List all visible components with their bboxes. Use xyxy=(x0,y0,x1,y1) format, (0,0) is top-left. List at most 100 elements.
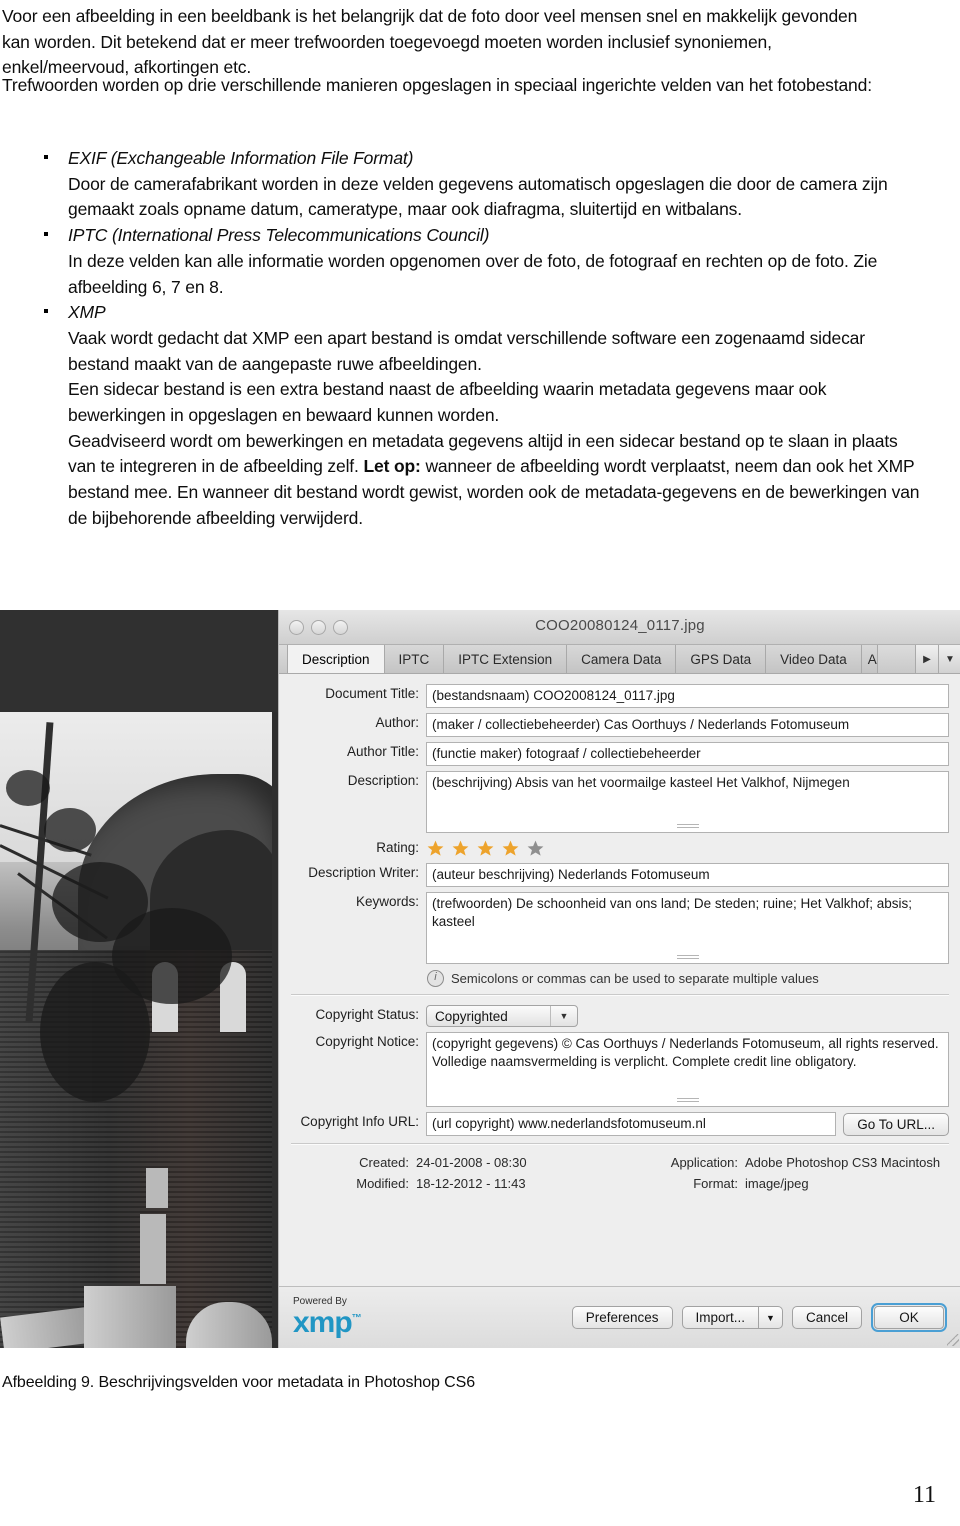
author-input[interactable]: (maker / collectiebeheerder) Cas Oorthuy… xyxy=(426,713,949,737)
import-chevron-down-icon[interactable]: ▼ xyxy=(758,1306,783,1329)
description-writer-label: Description Writer: xyxy=(308,865,419,880)
document-title-label: Document Title: xyxy=(325,686,419,701)
list-item-heading: XMP xyxy=(68,302,106,323)
photo-column-base xyxy=(84,1286,176,1348)
list-item-body-part-2: Een sidecar bestand is een extra bestand… xyxy=(68,379,827,426)
trademark-icon: ™ xyxy=(351,1313,362,1324)
copyright-status-label: Copyright Status: xyxy=(315,1007,419,1022)
resize-grip-icon[interactable] xyxy=(676,955,699,960)
tab-audio-data-clipped[interactable]: A xyxy=(861,645,878,673)
xmp-wordmark: xmp™ xyxy=(293,1306,362,1339)
list-item-body: Door de camerafabrikant worden in deze v… xyxy=(68,173,888,220)
author-label: Author: xyxy=(375,715,419,730)
keywords-hint-text: Semicolons or commas can be used to sepa… xyxy=(451,971,819,986)
document-title-input[interactable]: (bestandsnaam) COO2008124_0117.jpg xyxy=(426,684,949,708)
copyright-status-value: Copyrighted xyxy=(435,1008,508,1024)
photo-image xyxy=(0,712,272,1348)
window-resize-handle-icon[interactable] xyxy=(947,1334,959,1346)
resize-grip-icon[interactable] xyxy=(676,824,699,829)
tab-menu-chevron-down-icon[interactable]: ▼ xyxy=(938,645,960,673)
dialog-title-bar: COO20080124_0117.jpg xyxy=(279,610,960,645)
star-empty-icon[interactable] xyxy=(526,839,545,858)
description-value: (beschrijving) Absis van het voormailge … xyxy=(432,775,850,790)
star-filled-icon[interactable] xyxy=(426,839,445,858)
list-item-iptc: IPTC (International Press Telecommunicat… xyxy=(0,223,920,300)
bullet-dot-icon xyxy=(44,309,48,314)
tab-next-arrow-icon[interactable]: ▶ xyxy=(915,645,938,673)
page-number: 11 xyxy=(912,1482,936,1508)
section-divider xyxy=(291,1143,949,1145)
metadata-column-left: Created: 24-01-2008 - 08:30 Modified: 18… xyxy=(291,1155,620,1197)
field-row-description-writer: Description Writer: (auteur beschrijving… xyxy=(291,863,949,887)
rating-stars[interactable] xyxy=(426,838,545,858)
application-value: Adobe Photoshop CS3 Macintosh xyxy=(745,1155,941,1170)
field-row-keywords: Keywords: (trefwoorden) De schoonheid va… xyxy=(291,892,949,964)
note-emphasis: Let op: xyxy=(363,456,421,477)
tab-iptc-extension[interactable]: IPTC Extension xyxy=(444,645,568,673)
resize-grip-icon[interactable] xyxy=(676,1098,699,1103)
field-row-description: Description: (beschrijving) Absis van he… xyxy=(291,771,949,833)
list-item-exif: EXIF (Exchangeable Information File Form… xyxy=(0,146,920,223)
figure-photoshop-file-info-screenshot: COO20080124_0117.jpg Description IPTC IP… xyxy=(0,610,960,1348)
section-divider xyxy=(291,994,949,996)
photo-preview-valkhof-ruin xyxy=(0,610,278,1348)
import-button[interactable]: Import... xyxy=(681,1306,759,1329)
photo-foliage xyxy=(6,770,50,806)
star-filled-icon[interactable] xyxy=(501,839,520,858)
field-row-author-title: Author Title: (functie maker) fotograaf … xyxy=(291,742,949,766)
metadata-row-created: Created: 24-01-2008 - 08:30 xyxy=(291,1155,620,1170)
dialog-footer: Powered By xmp™ Preferences Import... ▼ … xyxy=(279,1286,960,1348)
list-item-body-part-3: Geadviseerd wordt om bewerkingen en meta… xyxy=(68,429,920,532)
cancel-button[interactable]: Cancel xyxy=(791,1306,862,1329)
keywords-label: Keywords: xyxy=(355,894,419,909)
tab-camera-data[interactable]: Camera Data xyxy=(567,645,677,673)
ok-button[interactable]: OK xyxy=(874,1306,944,1329)
author-title-input[interactable]: (functie maker) fotograaf / collectiebeh… xyxy=(426,742,949,766)
application-label: Application: xyxy=(670,1155,738,1170)
star-filled-icon[interactable] xyxy=(476,839,495,858)
tab-gps-data[interactable]: GPS Data xyxy=(676,645,767,673)
copyright-notice-line-2: Volledige naamsvermelding is verplicht. … xyxy=(432,1054,857,1069)
author-title-label: Author Title: xyxy=(346,744,419,759)
tab-iptc[interactable]: IPTC xyxy=(384,645,445,673)
created-value: 24-01-2008 - 08:30 xyxy=(416,1155,527,1170)
modified-label: Modified: xyxy=(356,1176,409,1191)
field-row-copyright-notice: Copyright Notice: (copyright gegevens) ©… xyxy=(291,1032,949,1107)
go-to-url-button[interactable]: Go To URL... xyxy=(843,1112,949,1136)
copyright-notice-textarea[interactable]: (copyright gegevens) © Cas Oorthuys / Ne… xyxy=(426,1032,949,1107)
description-writer-input[interactable]: (auteur beschrijving) Nederlands Fotomus… xyxy=(426,863,949,887)
ok-button-focus-ring: OK xyxy=(871,1303,947,1332)
metadata-row-format: Format: image/jpeg xyxy=(620,1176,949,1191)
field-row-rating: Rating: xyxy=(291,838,949,858)
chevron-down-icon[interactable]: ▼ xyxy=(550,1006,577,1026)
import-split-button: Import... ▼ xyxy=(681,1306,783,1329)
copyright-notice-line-1: (copyright gegevens) © Cas Oorthuys / Ne… xyxy=(432,1036,939,1051)
keywords-value: (trefwoorden) De schoonheid van ons land… xyxy=(432,896,913,929)
preferences-button[interactable]: Preferences xyxy=(571,1306,673,1329)
tab-video-data[interactable]: Video Data xyxy=(766,645,862,673)
file-info-dialog: COO20080124_0117.jpg Description IPTC IP… xyxy=(278,610,960,1348)
photo-stone-block xyxy=(140,1214,166,1284)
photo-stone-block xyxy=(146,1168,168,1208)
modified-value: 18-12-2012 - 11:43 xyxy=(416,1176,526,1191)
figure-caption: Afbeelding 9. Beschrijvingsvelden voor m… xyxy=(2,1374,476,1391)
dialog-body: Document Title: (bestandsnaam) COO200812… xyxy=(279,674,960,1348)
copyright-info-url-input[interactable]: (url copyright) www.nederlandsfotomuseum… xyxy=(426,1112,837,1136)
list-item-body: In deze velden kan alle informatie worde… xyxy=(68,250,878,297)
keywords-textarea[interactable]: (trefwoorden) De schoonheid van ons land… xyxy=(426,892,949,964)
list-item-body-part-1: Vaak wordt gedacht dat XMP een apart bes… xyxy=(68,327,865,374)
info-icon: i xyxy=(427,970,444,987)
format-value: image/jpeg xyxy=(745,1176,809,1191)
copyright-status-select[interactable]: Copyrighted ▼ xyxy=(426,1005,578,1027)
description-textarea[interactable]: (beschrijving) Absis van het voormailge … xyxy=(426,771,949,833)
file-metadata-summary: Created: 24-01-2008 - 08:30 Modified: 18… xyxy=(291,1155,949,1197)
metadata-standards-list: EXIF (Exchangeable Information File Form… xyxy=(0,146,920,532)
metadata-row-application: Application: Adobe Photoshop CS3 Macinto… xyxy=(620,1155,949,1170)
copyright-notice-label: Copyright Notice: xyxy=(315,1034,419,1049)
xmp-wordmark-text: xmp xyxy=(293,1306,353,1339)
created-label: Created: xyxy=(359,1155,409,1170)
list-item-heading: EXIF (Exchangeable Information File Form… xyxy=(68,148,414,168)
tab-description[interactable]: Description xyxy=(287,645,385,673)
star-filled-icon[interactable] xyxy=(451,839,470,858)
keywords-hint-row: i Semicolons or commas can be used to se… xyxy=(427,970,949,987)
